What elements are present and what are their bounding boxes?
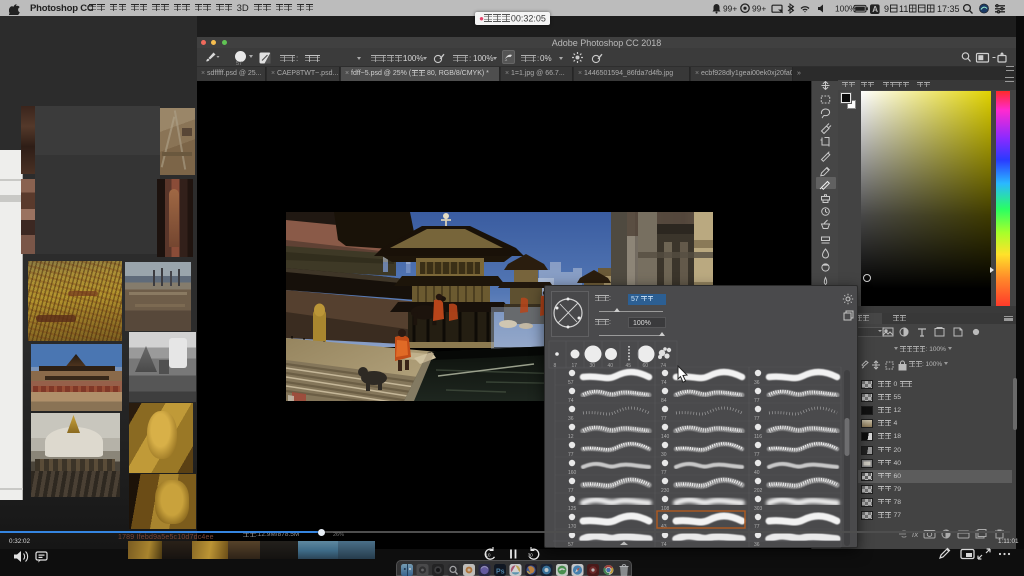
svg-text:10: 10 <box>486 553 492 558</box>
svg-text:30: 30 <box>528 553 534 558</box>
svg-text:A: A <box>872 5 878 14</box>
svg-text:99+: 99+ <box>752 4 766 14</box>
svg-text:9: 9 <box>884 4 889 14</box>
svg-text:11: 11 <box>899 4 908 14</box>
svg-text:99+: 99+ <box>723 4 737 14</box>
svg-text:17:35: 17:35 <box>937 4 960 14</box>
svg-text:Ps: Ps <box>496 568 505 575</box>
